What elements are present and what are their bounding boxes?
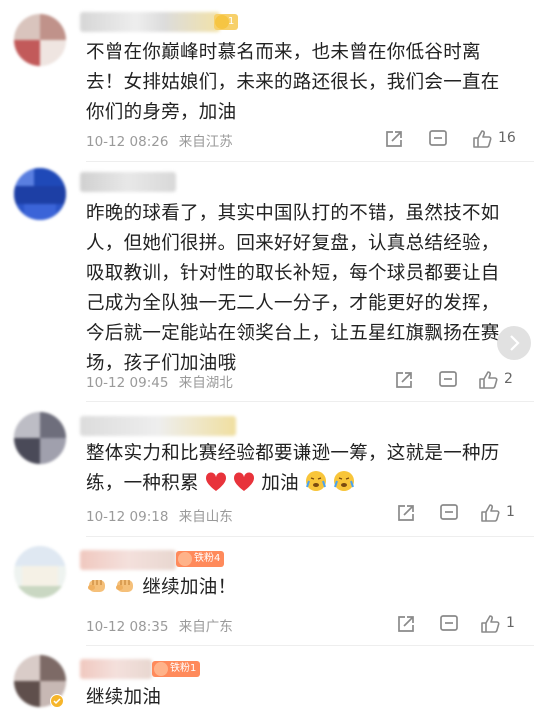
fist-emoji-icon [88, 580, 105, 592]
username-blurred[interactable] [80, 172, 176, 192]
badge-crest-icon [154, 662, 168, 676]
divider [86, 161, 534, 162]
comment-text: 整体实力和比赛经验都要谦逊一筹，这就是一种历 练，一种积累 加油 [86, 443, 500, 494]
fan-badge: 铁粉1 [152, 661, 201, 677]
username-blurred[interactable] [80, 12, 220, 32]
comment-location: 来自山东 [178, 509, 233, 525]
comment-meta: 10-12 08:26 来自江苏 [86, 130, 239, 150]
fist-emoji-icon [116, 580, 134, 592]
avatar[interactable] [14, 168, 66, 220]
comment-date: 10-12 09:45 [86, 375, 169, 391]
fan-badge: 铁粉4 [176, 551, 225, 567]
comment-text: 继续加油 [86, 687, 162, 708]
comment-location: 来自江苏 [178, 134, 233, 150]
comment-actions: 1 [384, 503, 524, 525]
chevron-right-icon [510, 335, 520, 351]
comment-text: 继续加油！ [86, 573, 516, 603]
comment-text: 不曾在你巅峰时慕名而来，也未曾在你低谷时离 去！女排姑娘们，未来的路还很长，我们… [86, 42, 500, 123]
comment-date: 10-12 08:35 [86, 619, 169, 635]
comment-location: 来自湖北 [178, 375, 233, 391]
comment-text: 昨晚的球看了，其实中国队打的不错，虽然技不如 人，但她们很拼。回来好好复盘，认真… [86, 203, 500, 374]
badge-crest-icon [178, 552, 192, 566]
crying-face-emoji-icon [334, 471, 355, 491]
like-count: 16 [498, 130, 516, 146]
comment-icon[interactable] [438, 370, 458, 390]
like-icon[interactable] [472, 129, 492, 149]
like-icon[interactable] [478, 370, 498, 390]
username-blurred[interactable] [80, 416, 236, 436]
avatar[interactable] [14, 14, 66, 66]
like-count: 1 [506, 615, 515, 631]
comment-meta: 10-12 08:35 来自广东 [86, 615, 239, 635]
verified-badge-icon [50, 694, 64, 708]
comment-date: 10-12 08:26 [86, 134, 169, 150]
comment-meta: 10-12 09:45 来自湖北 [86, 371, 239, 391]
like-icon[interactable] [480, 614, 500, 634]
comment-actions: 1 [384, 614, 524, 636]
like-count: 2 [504, 371, 513, 387]
divider [86, 536, 534, 537]
next-arrow-button[interactable] [497, 326, 531, 360]
heart-emoji-icon [234, 472, 255, 491]
heart-emoji-icon [205, 472, 227, 491]
forward-icon[interactable] [396, 503, 416, 523]
forward-icon[interactable] [384, 129, 404, 149]
comment-icon[interactable] [428, 129, 448, 149]
like-count: 1 [506, 504, 515, 520]
comment-actions: 2 [384, 370, 524, 392]
like-icon[interactable] [480, 503, 500, 523]
badge-crest-icon [215, 15, 229, 29]
comment-location: 来自广东 [178, 619, 233, 635]
comment-icon[interactable] [439, 503, 459, 523]
forward-icon[interactable] [394, 370, 414, 390]
avatar[interactable] [14, 412, 66, 464]
username-blurred[interactable] [80, 659, 152, 679]
comment-meta: 10-12 09:18 来自山东 [86, 505, 239, 525]
crying-face-emoji-icon [306, 471, 327, 491]
avatar[interactable] [14, 546, 66, 598]
divider [86, 401, 534, 402]
comment-icon[interactable] [439, 614, 459, 634]
forward-icon[interactable] [396, 614, 416, 634]
username-blurred[interactable] [80, 550, 176, 570]
comment-date: 10-12 09:18 [86, 509, 169, 525]
comment-actions: 16 [384, 129, 524, 151]
divider [86, 645, 534, 646]
fan-badge: 1 [214, 14, 239, 30]
